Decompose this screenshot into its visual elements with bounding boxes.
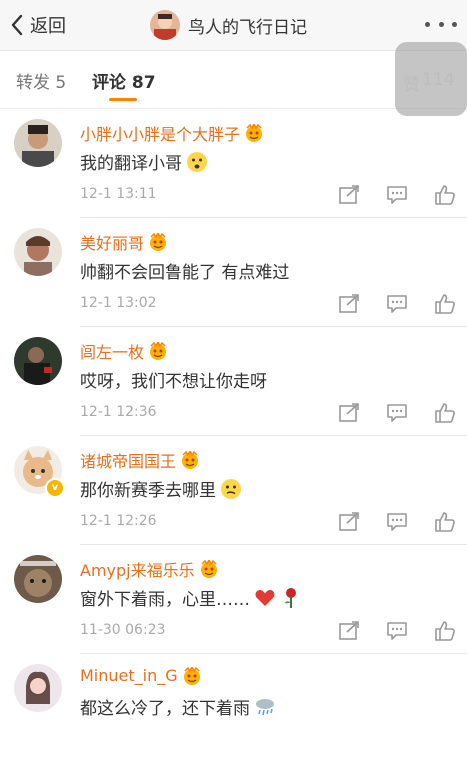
comment-text: 帅翻不会回鲁能了 有点难过 xyxy=(80,258,289,283)
username-text: 诸城帝国国王 xyxy=(80,452,177,471)
vip-badge-icon xyxy=(246,124,263,142)
comment-item: 闾左一枚 哎呀，我们不想让你走呀 12-1 12:36 xyxy=(0,327,467,436)
active-tab-indicator xyxy=(109,98,137,101)
thumbs-up-icon[interactable] xyxy=(434,512,456,532)
comment-text: 哎呀，我们不想让你走呀 xyxy=(80,367,267,392)
comment-item: Minuet_in_G 都这么冷了，还下着雨 xyxy=(0,654,467,763)
page-title: 鸟人的飞行日记 xyxy=(150,8,307,42)
comment-content: 我的翻译小哥 xyxy=(80,154,182,174)
like-tab-count: 114 xyxy=(422,70,455,90)
username-text: 小胖小小胖是个大胖子 xyxy=(80,125,241,144)
comment-username[interactable]: 闾左一枚 xyxy=(80,339,168,363)
username-text: Amypj来福乐乐 xyxy=(80,561,195,580)
comment-item: 小胖小小胖是个大胖子 我的翻译小哥 12-1 13:11 xyxy=(0,109,467,218)
comment-item: Amypj来福乐乐 窗外下着雨，心里…… 11-30 06:23 xyxy=(0,545,467,654)
comment-username[interactable]: Amypj来福乐乐 xyxy=(80,557,219,581)
comment-icon[interactable] xyxy=(386,621,408,641)
comment-time: 12-1 12:26 xyxy=(80,513,157,529)
comment-content: 帅翻不会回鲁能了 有点难过 xyxy=(80,263,290,283)
comment-username[interactable]: Minuet_in_G xyxy=(80,666,202,685)
comment-item: v 诸城帝国国王 那你新赛季去哪里 12-1 12:26 xyxy=(0,436,467,545)
share-icon[interactable] xyxy=(338,294,360,314)
tab-comment[interactable]: 评论 87 xyxy=(92,68,156,93)
comment-icon[interactable] xyxy=(386,185,408,205)
username-text: 闾左一枚 xyxy=(80,343,145,362)
rose-icon xyxy=(285,587,296,608)
username-text: 美好丽哥 xyxy=(80,234,145,253)
share-icon[interactable] xyxy=(338,621,360,641)
comment-icon[interactable] xyxy=(386,512,408,532)
thumbs-up-icon[interactable] xyxy=(434,185,456,205)
worried-emoji-icon xyxy=(187,151,207,172)
comment-text: 那你新赛季去哪里 xyxy=(80,476,242,501)
thumbs-up-icon[interactable] xyxy=(434,403,456,423)
comment-text: 都这么冷了，还下着雨 xyxy=(80,694,276,719)
rain-cloud-icon xyxy=(256,698,274,715)
thumbs-up-icon[interactable] xyxy=(434,621,456,641)
avatar[interactable] xyxy=(14,555,62,603)
share-icon[interactable] xyxy=(338,512,360,532)
share-icon[interactable] xyxy=(338,185,360,205)
heart-icon xyxy=(255,589,275,606)
confused-emoji-icon xyxy=(221,478,241,499)
comment-content: 那你新赛季去哪里 xyxy=(80,481,216,501)
comment-icon[interactable] xyxy=(386,403,408,423)
title-text: 鸟人的飞行日记 xyxy=(188,17,307,38)
like-tab-label: 赞 xyxy=(403,75,420,95)
vip-badge-icon xyxy=(182,451,199,469)
comment-icon[interactable] xyxy=(386,294,408,314)
back-button[interactable]: 返回 xyxy=(10,10,66,40)
comment-text: 窗外下着雨，心里…… xyxy=(80,585,302,610)
avatar[interactable] xyxy=(14,664,62,712)
avatar[interactable] xyxy=(14,228,62,276)
comment-time: 12-1 13:11 xyxy=(80,186,157,202)
comment-content: 窗外下着雨，心里…… xyxy=(80,590,250,610)
comment-content: 都这么冷了，还下着雨 xyxy=(80,699,250,719)
avatar[interactable] xyxy=(14,119,62,167)
comment-username[interactable]: 诸城帝国国王 xyxy=(80,448,200,472)
comment-time: 12-1 13:02 xyxy=(80,295,157,311)
comment-item: 美好丽哥 帅翻不会回鲁能了 有点难过 12-1 13:02 xyxy=(0,218,467,327)
more-dot-icon xyxy=(425,21,430,27)
tab-like[interactable]: 赞 114 xyxy=(395,42,467,116)
username-text: Minuet_in_G xyxy=(80,666,178,685)
back-label: 返回 xyxy=(30,16,66,37)
more-dot-icon xyxy=(452,21,457,27)
avatar[interactable] xyxy=(14,337,62,385)
comment-text: 我的翻译小哥 xyxy=(80,149,208,174)
vip-badge-icon xyxy=(183,666,200,685)
comment-time: 11-30 06:23 xyxy=(80,622,166,638)
vip-badge-icon xyxy=(200,560,217,578)
chevron-left-icon xyxy=(11,14,23,36)
vip-badge-icon xyxy=(150,342,167,360)
author-avatar xyxy=(150,10,180,40)
vip-badge-icon xyxy=(150,233,167,251)
top-navigation-bar: 返回 鸟人的飞行日记 xyxy=(0,0,467,51)
comment-time: 12-1 12:36 xyxy=(80,404,157,420)
share-icon[interactable] xyxy=(338,403,360,423)
more-options-button[interactable] xyxy=(425,12,457,36)
tab-repost[interactable]: 转发 5 xyxy=(16,68,66,93)
thumbs-up-icon[interactable] xyxy=(434,294,456,314)
verified-badge-icon: v xyxy=(45,478,65,498)
comment-username[interactable]: 小胖小小胖是个大胖子 xyxy=(80,121,264,145)
comment-content: 哎呀，我们不想让你走呀 xyxy=(80,372,267,392)
more-dot-icon xyxy=(438,21,444,27)
comment-username[interactable]: 美好丽哥 xyxy=(80,230,168,254)
